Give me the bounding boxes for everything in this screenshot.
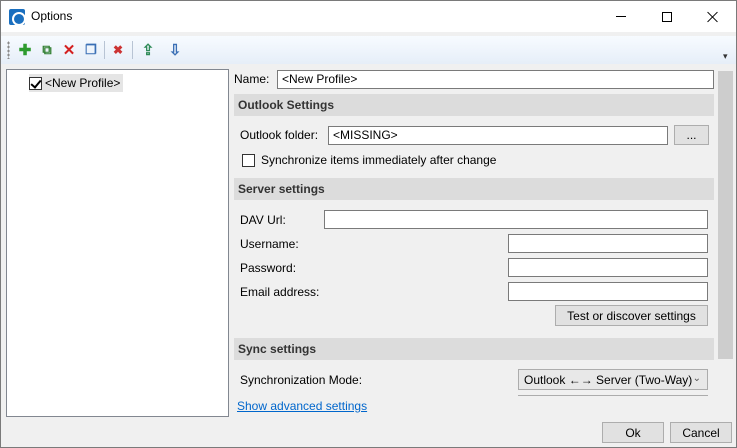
add-profile-icon: ✚ (18, 42, 32, 59)
chevron-down-icon: ⌄ (692, 373, 701, 384)
next-field-edge (518, 395, 708, 396)
scrollbar-thumb[interactable] (718, 71, 733, 359)
password-label: Password: (240, 261, 297, 275)
server-settings-header: Server settings (234, 178, 714, 200)
maximize-icon (662, 11, 672, 22)
settings-scrollbar[interactable] (717, 69, 734, 417)
name-label: Name: (234, 72, 270, 86)
toolbar-grip-icon[interactable] (7, 41, 10, 59)
clear-cache-button[interactable]: ✖ (108, 40, 128, 60)
export-profiles-icon: ⇪ (141, 42, 155, 59)
email-address-label: Email address: (240, 285, 320, 299)
email-address-field[interactable] (508, 282, 708, 301)
cancel-button[interactable]: Cancel (670, 422, 732, 443)
outlook-folder-label: Outlook folder: (240, 128, 319, 142)
copy-profile-icon: ❐ (85, 42, 97, 57)
outlook-folder-field[interactable]: <MISSING> (328, 126, 668, 145)
sync-immediately-label: Synchronize items immediately after chan… (261, 153, 497, 167)
export-profiles-button[interactable]: ⇪ (138, 40, 158, 60)
toolbar: ✚ ⧉ ✕ ❐ ✖ ⇪ ⇩ ▾ (1, 36, 736, 64)
browse-folder-button[interactable]: ... (674, 125, 709, 145)
close-button[interactable] (690, 1, 736, 32)
show-advanced-settings-link[interactable]: Show advanced settings (237, 399, 367, 413)
outlook-settings-header: Outlook Settings (234, 94, 714, 116)
import-profiles-button[interactable]: ⇩ (165, 40, 185, 60)
import-profiles-icon: ⇩ (168, 42, 182, 59)
password-field[interactable] (508, 258, 708, 277)
sync-mode-value: Outlook ←→ Server (Two-Way) (524, 373, 693, 387)
minimize-icon (616, 16, 626, 17)
sync-immediately-option[interactable]: Synchronize items immediately after chan… (242, 153, 496, 167)
toolbar-overflow-icon[interactable]: ▾ (723, 51, 728, 62)
add-multiple-profiles-button[interactable]: ⧉ (37, 40, 57, 60)
clear-cache-icon: ✖ (112, 43, 124, 57)
profile-settings-panel: Name: <New Profile> Outlook Settings Out… (230, 67, 736, 417)
test-discover-settings-button[interactable]: Test or discover settings (555, 305, 708, 326)
app-sync-icon (9, 9, 26, 26)
dav-url-label: DAV Url: (240, 213, 286, 227)
sync-immediately-checkbox[interactable] (242, 153, 255, 167)
profile-tree[interactable]: <New Profile> (6, 69, 229, 417)
add-profile-button[interactable]: ✚ (15, 40, 35, 60)
username-field[interactable] (508, 234, 708, 253)
tree-item-profile[interactable]: <New Profile> (29, 74, 124, 92)
dav-url-field[interactable] (324, 210, 708, 229)
add-multiple-profiles-icon: ⧉ (42, 42, 52, 57)
toolbar-separator (132, 41, 133, 59)
delete-profile-icon: ✕ (62, 42, 76, 59)
minimize-button[interactable] (598, 1, 644, 32)
ok-button[interactable]: Ok (602, 422, 664, 443)
profile-enabled-checkbox[interactable] (29, 76, 42, 90)
title-bar: Options (1, 1, 736, 32)
sync-mode-label: Synchronization Mode: (240, 373, 363, 387)
toolbar-separator (104, 41, 105, 59)
maximize-button[interactable] (644, 1, 690, 32)
sync-mode-dropdown[interactable]: Outlook ←→ Server (Two-Way) ⌄ (518, 369, 708, 390)
username-label: Username: (240, 237, 299, 251)
window-title: Options (31, 9, 73, 23)
tree-item-label: <New Profile> (45, 76, 121, 90)
options-window: Options ✚ ⧉ ✕ ❐ ✖ ⇪ ⇩ ▾ <New Profile> Na… (0, 0, 737, 448)
copy-profile-button[interactable]: ❐ (81, 40, 101, 60)
delete-profile-button[interactable]: ✕ (59, 40, 79, 60)
sync-settings-header: Sync settings (234, 338, 714, 360)
profile-name-field[interactable]: <New Profile> (277, 70, 714, 89)
close-icon (707, 11, 719, 23)
